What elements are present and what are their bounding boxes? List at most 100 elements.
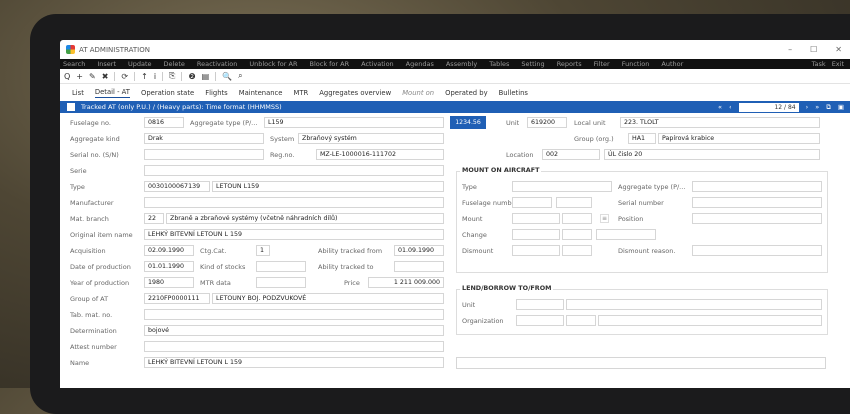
group-org-code-field[interactable]: HA1 (628, 133, 656, 144)
info-icon[interactable]: i (154, 72, 156, 81)
tab-aggregates-overview[interactable]: Aggregates overview (319, 89, 391, 97)
mount-change-extra-field[interactable] (596, 229, 656, 240)
export-icon[interactable]: ▣ (838, 103, 844, 111)
local-unit-field[interactable]: 223. TLOLT (620, 117, 820, 128)
zoom-icon[interactable]: 🔍 (222, 72, 232, 81)
group-name-field[interactable]: LETOUNY BOJ. PODZVUKOVÉ (212, 293, 444, 304)
bottom-right-field[interactable] (456, 357, 826, 369)
mount-time-field[interactable] (562, 213, 592, 224)
menu-tables[interactable]: Tables (489, 60, 509, 68)
production-date-field[interactable]: 01.01.1990 (144, 261, 194, 272)
kind-of-stocks-field[interactable] (256, 261, 306, 272)
tab-mtr[interactable]: MTR (293, 89, 308, 97)
mount-fuselage-field[interactable] (512, 197, 552, 208)
next-record-icon[interactable]: › (806, 103, 809, 111)
print-icon[interactable]: ▤ (202, 72, 210, 81)
tab-flights[interactable]: Flights (205, 89, 228, 97)
close-button[interactable]: ✕ (835, 45, 842, 54)
lend-unit-code-field[interactable] (516, 299, 564, 310)
menu-assembly[interactable]: Assembly (446, 60, 477, 68)
location-field[interactable]: ÚL čislo 20 (604, 149, 820, 160)
location-code-field[interactable]: 002 (542, 149, 600, 160)
lend-org-code-field[interactable] (516, 315, 564, 326)
tracked-checkbox[interactable] (67, 103, 75, 111)
ctg-cat-field[interactable]: 1 (256, 245, 270, 256)
lend-unit-field[interactable] (566, 299, 822, 310)
first-record-icon[interactable]: « (718, 103, 722, 111)
menu-filter[interactable]: Filter (594, 60, 610, 68)
tab-list[interactable]: List (72, 89, 84, 97)
zoom-out-icon[interactable]: ⌕ (238, 71, 242, 81)
tab-maintenance[interactable]: Maintenance (239, 89, 283, 97)
manufacturer-field[interactable] (144, 197, 444, 208)
help-icon[interactable]: ❷ (188, 72, 195, 81)
mat-branch-field[interactable]: Zbraně a zbraňové systémy (včetně náhrad… (166, 213, 444, 224)
serial-field[interactable] (144, 149, 264, 160)
ability-from-field[interactable]: 01.09.1990 (394, 245, 444, 256)
mount-date-field[interactable] (512, 213, 560, 224)
menu-update[interactable]: Update (128, 60, 152, 68)
production-year-field[interactable]: 1980 (144, 277, 194, 288)
ability-to-field[interactable] (394, 261, 444, 272)
system-field[interactable]: Zbraňový systém (298, 133, 444, 144)
tab-mat-field[interactable] (144, 309, 444, 320)
search-icon[interactable]: Q (64, 72, 70, 81)
menu-exit[interactable]: Exit (832, 60, 844, 68)
refresh-icon[interactable]: ⟳ (121, 72, 128, 81)
menu-setting[interactable]: Setting (521, 60, 544, 68)
unit-field[interactable]: 619200 (527, 117, 567, 128)
copy-record-icon[interactable]: ⧉ (826, 103, 831, 112)
mount-change-field[interactable] (512, 229, 560, 240)
mat-branch-code-field[interactable]: 22 (144, 213, 164, 224)
edit-icon[interactable]: ✎ (89, 72, 96, 81)
dismount-reason-field[interactable] (692, 245, 822, 256)
menu-activation[interactable]: Activation (361, 60, 394, 68)
mount-picker-icon[interactable]: ≡ (600, 214, 610, 223)
group-code-field[interactable]: 2210FP0000111 (144, 293, 210, 304)
price-field[interactable]: 1 211 009.000 (368, 277, 444, 288)
attest-field[interactable] (144, 341, 444, 352)
acquisition-field[interactable]: 02.09.1990 (144, 245, 194, 256)
name-field[interactable]: LEHKÝ BITEVNÍ LETOUN L 159 (144, 357, 444, 368)
menu-search[interactable]: Search (63, 60, 85, 68)
regno-field[interactable]: MZ-LE-1000016-111702 (316, 149, 444, 160)
type-code-field[interactable]: 0030100067139 (144, 181, 210, 192)
record-pager[interactable]: 12 / 84 (738, 102, 799, 112)
type-name-field[interactable]: LETOUN L159 (212, 181, 444, 192)
add-icon[interactable]: + (76, 72, 83, 81)
tab-operated-by[interactable]: Operated by (445, 89, 487, 97)
menu-unblock[interactable]: Unblock for AR (249, 60, 297, 68)
pin-icon[interactable]: ↑ (141, 72, 148, 81)
mount-dismount-field[interactable] (512, 245, 560, 256)
mount-fuselage-extra-field[interactable] (556, 197, 592, 208)
minimize-button[interactable]: – (788, 45, 792, 54)
mtr-data-field[interactable] (256, 277, 306, 288)
mount-position-field[interactable] (692, 213, 822, 224)
mount-dismount-time-field[interactable] (562, 245, 592, 256)
mount-type-field[interactable] (512, 181, 612, 192)
tab-detail[interactable]: Detail - AT (94, 88, 130, 98)
prev-record-icon[interactable]: ‹ (729, 103, 732, 111)
mount-change-time-field[interactable] (562, 229, 592, 240)
menu-reports[interactable]: Reports (557, 60, 582, 68)
copy-icon[interactable]: ⎘ (169, 71, 175, 81)
delete-icon[interactable]: ✖ (102, 72, 109, 81)
serie-field[interactable] (144, 165, 444, 176)
aggregate-type-field[interactable]: L159 (264, 117, 444, 128)
menu-author[interactable]: Author (661, 60, 683, 68)
group-org-field[interactable]: Papírová krabice (658, 133, 820, 144)
last-record-icon[interactable]: » (815, 103, 819, 111)
menu-agendas[interactable]: Agendas (406, 60, 434, 68)
mount-serial-field[interactable] (692, 197, 822, 208)
tab-bulletins[interactable]: Bulletins (499, 89, 528, 97)
maximize-button[interactable]: ☐ (810, 45, 817, 54)
menu-function[interactable]: Function (622, 60, 650, 68)
menu-delete[interactable]: Delete (164, 60, 185, 68)
fuselage-field[interactable]: 0816 (144, 117, 184, 128)
determination-field[interactable]: bojové (144, 325, 444, 336)
lend-org-field[interactable] (598, 315, 822, 326)
tab-operation-state[interactable]: Operation state (141, 89, 194, 97)
lend-org-extra-field[interactable] (566, 315, 596, 326)
menu-reactivation[interactable]: Reactivation (197, 60, 237, 68)
menu-insert[interactable]: Insert (97, 60, 116, 68)
